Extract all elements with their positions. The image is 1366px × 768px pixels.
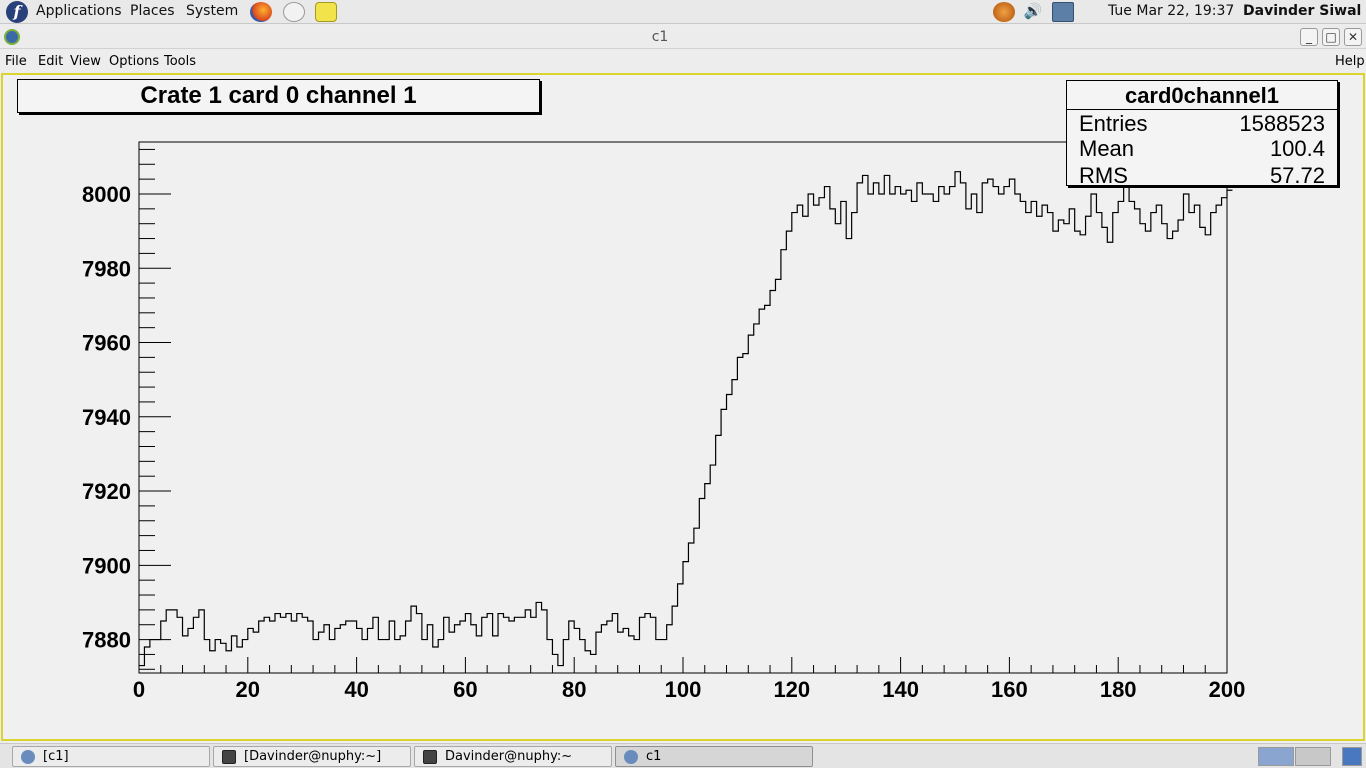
x-tick-label: 60 [453,677,477,702]
menu-system[interactable]: System [186,3,238,19]
window-titlebar[interactable]: c1 _ □ ✕ [0,25,1366,49]
menu-applications[interactable]: Applications [36,3,122,19]
histogram-series-line [139,171,1233,667]
x-tick-label: 200 [1209,677,1246,702]
clock[interactable]: Tue Mar 22, 19:37 [1108,3,1234,19]
x-tick-label: 180 [1100,677,1137,702]
network-icon[interactable] [1052,2,1074,22]
x-tick-label: 80 [562,677,586,702]
root-icon [21,750,35,764]
stats-name: card0channel1 [1124,83,1280,108]
bottom-taskbar: [c1] [Davinder@nuphy:~] Davinder@nuphy:~… [0,743,1366,768]
x-tick-label: 20 [236,677,260,702]
task-label: [c1] [43,749,69,764]
root-canvas[interactable]: 0 20 40 60 80 100 120 140 160 180 200 7880 7900 7920 7… [1,73,1365,741]
histogram-title[interactable]: Crate 1 card 0 channel 1 [17,79,540,113]
mail-icon[interactable] [283,2,305,22]
user-name[interactable]: Davinder Siwal [1243,3,1361,19]
menu-tools[interactable]: Tools [164,54,196,69]
menu-options[interactable]: Options [109,54,159,69]
y-tick-label: 7880 [82,628,131,653]
task-label: [Davinder@nuphy:~] [244,749,382,764]
task-terminal-1[interactable]: [Davinder@nuphy:~] [213,746,411,767]
fedora-logo-icon[interactable]: f [6,1,28,23]
menu-file[interactable]: File [5,54,27,69]
menu-edit[interactable]: Edit [38,54,63,69]
stats-separator [1067,109,1337,110]
terminal-icon [423,750,437,764]
y-tick-label: 7920 [82,479,131,504]
stats-row-rms: RMS 57.72 [1079,163,1325,189]
stats-mean-value: 100.4 [1269,136,1325,161]
stats-entries-value: 1588523 [1239,111,1325,136]
x-tick-label: 40 [344,677,368,702]
stats-row-entries: Entries 1588523 [1079,111,1325,137]
stats-entries-label: Entries [1079,111,1148,136]
window-title: c1 [651,29,669,45]
volume-icon[interactable]: 🔊 [1022,2,1044,22]
task-c1-active[interactable]: c1 [615,746,813,767]
x-tick-label: 140 [882,677,919,702]
workspace-1[interactable] [1258,747,1294,766]
x-tick-label: 0 [133,677,145,702]
task-label: c1 [646,749,662,764]
stats-rms-label: RMS [1079,163,1128,188]
minimize-button[interactable]: _ [1300,28,1318,46]
x-tick-label: 160 [991,677,1028,702]
close-button[interactable]: ✕ [1344,28,1362,46]
top-panel: f Applications Places System 🔊 Tue Mar 2… [0,0,1366,24]
update-icon[interactable] [993,2,1015,22]
terminal-icon [222,750,236,764]
y-tick-label: 7980 [82,256,131,281]
menu-help[interactable]: Help [1335,54,1365,69]
show-desktop-icon[interactable] [1342,747,1362,766]
y-tick-label: 7940 [82,405,131,430]
menu-places[interactable]: Places [130,3,175,19]
stats-row-mean: Mean 100.4 [1079,136,1325,162]
stats-box[interactable]: card0channel1 Entries 1588523 Mean 100.4… [1066,80,1338,189]
y-tick-label: 8000 [82,182,131,207]
maximize-button[interactable]: □ [1322,28,1340,46]
task-label: Davinder@nuphy:~ [445,749,573,764]
y-tick-label: 7960 [82,331,131,356]
menu-bar: File Edit View Options Tools Help [0,50,1366,72]
stats-rms-value: 57.72 [1269,163,1325,188]
x-tick-label: 100 [665,677,702,702]
notes-icon[interactable] [315,2,337,22]
task-c1-root[interactable]: [c1] [12,746,210,767]
stats-mean-label: Mean [1079,136,1135,161]
x-tick-label: 120 [773,677,810,702]
firefox-icon[interactable] [250,2,272,22]
menu-view[interactable]: View [70,54,101,69]
workspace-2[interactable] [1295,747,1331,766]
task-terminal-2[interactable]: Davinder@nuphy:~ [414,746,612,767]
root-icon [624,750,638,764]
y-tick-label: 7900 [82,553,131,578]
